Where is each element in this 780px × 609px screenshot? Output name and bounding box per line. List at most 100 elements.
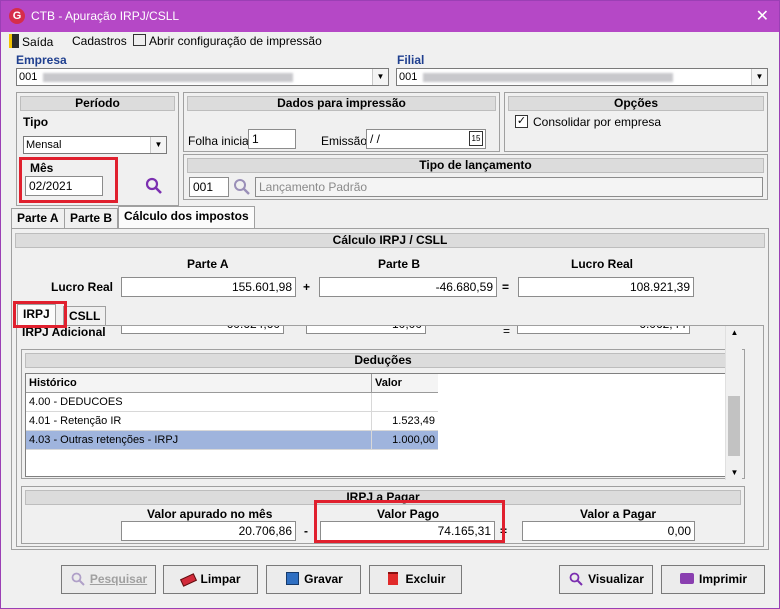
emissao-label: Emissão <box>321 134 368 148</box>
filial-select[interactable]: 001 ▼ <box>396 68 768 86</box>
chevron-down-icon[interactable]: ▼ <box>150 137 166 153</box>
irpj-pagar-title: IRPJ a Pagar <box>25 490 741 505</box>
menu-abrir-config-impressao[interactable]: Abrir configuração de impressão <box>133 34 322 48</box>
tab-parte-b[interactable]: Parte B <box>64 208 119 228</box>
chevron-down-icon[interactable]: ▼ <box>726 466 743 480</box>
empresa-select[interactable]: 001 ▼ <box>16 68 389 86</box>
imprimir-button[interactable]: Imprimir <box>661 565 765 594</box>
tab-irpj[interactable]: IRPJ <box>17 304 56 326</box>
app-logo-icon: G <box>9 8 25 24</box>
visualizar-button[interactable]: Visualizar <box>559 565 653 594</box>
menu-bar: Saída Cadastros Abrir configuração de im… <box>1 32 779 52</box>
opcoes-panel: Opções ✓ Consolidar por empresa <box>504 92 768 152</box>
menu-cadastros[interactable]: Cadastros <box>72 34 127 48</box>
consolidar-label: Consolidar por empresa <box>533 115 662 129</box>
col-parte-b: Parte B <box>378 257 421 271</box>
cell-valor: 1.000,00 <box>392 434 435 446</box>
calendar-icon[interactable]: 15 <box>469 131 483 146</box>
table-row-selected[interactable]: 4.03 - Outras retenções - IRPJ 1.000,00 <box>26 431 438 450</box>
lucro-real-value: 108.921,39 <box>518 277 694 297</box>
trash-icon <box>385 571 401 588</box>
cell-valor <box>372 393 438 412</box>
dados-impressao-title: Dados para impressão <box>187 96 496 111</box>
gravar-label: Gravar <box>304 572 343 586</box>
valor-pago-label: Valor Pago <box>377 507 440 521</box>
irpj-adicional-label: IRPJ Adicional <box>22 325 106 339</box>
valor-apurado-value: 20.706,86 <box>121 521 296 541</box>
main-window: G CTB - Apuração IRPJ/CSLL ✕ Saída Cadas… <box>0 0 780 609</box>
emissao-input[interactable]: / / 15 <box>366 129 486 149</box>
calculo-tab-content: Cálculo IRPJ / CSLL Parte A Parte B Lucr… <box>11 228 769 550</box>
search-icon <box>70 572 86 588</box>
menu-saida[interactable]: Saída <box>9 34 53 49</box>
parte-b-value: -46.680,59 <box>319 277 497 297</box>
exit-door-icon <box>9 34 19 48</box>
table-row[interactable]: 4.00 - DEDUCOES <box>26 393 438 412</box>
limpar-button[interactable]: Limpar <box>163 565 258 594</box>
tipo-lancamento-code-input[interactable]: 001 <box>189 177 229 197</box>
mes-label: Mês <box>30 161 54 175</box>
folha-inicial-input[interactable]: 1 <box>248 129 296 149</box>
deducoes-grid: Histórico Valor 4.00 - DEDUCOES 4.01 - R… <box>25 373 742 477</box>
close-icon[interactable]: ✕ <box>756 6 769 26</box>
empresa-code: 001 <box>19 71 38 83</box>
tipo-lancamento-description: Lançamento Padrão <box>255 177 763 197</box>
irpj-panel: IRPJ Adicional 60.624,60 10,00 = 6.062,4… <box>16 325 764 547</box>
deducoes-panel: Deduções Histórico Valor 4.00 - DEDUCOES… <box>21 349 745 479</box>
window-title: CTB - Apuração IRPJ/CSLL <box>31 9 180 23</box>
consolidar-checkbox[interactable]: ✓ <box>515 115 528 128</box>
scrollbar-vertical[interactable]: ▲ ▼ <box>725 326 742 480</box>
op-plus: + <box>303 280 311 294</box>
tab-parte-a[interactable]: Parte A <box>11 208 65 228</box>
printer-icon <box>679 572 695 588</box>
valor-a-pagar-value: 0,00 <box>522 521 695 541</box>
filial-label: Filial <box>397 53 425 67</box>
empresa-name-redacted <box>43 72 294 82</box>
chevron-down-icon[interactable]: ▼ <box>372 69 388 85</box>
mes-input[interactable]: 02/2021 <box>25 176 103 196</box>
emissao-value: / / <box>370 132 381 146</box>
cell-valor: 1.523,49 <box>392 415 435 427</box>
menu-saida-label: Saída <box>22 35 54 49</box>
chevron-up-icon[interactable]: ▲ <box>726 326 743 340</box>
tipo-lancamento-panel: Tipo de lançamento 001 Lançamento Padrão <box>183 154 768 200</box>
printer-config-icon <box>133 34 146 46</box>
search-icon[interactable] <box>145 177 163 195</box>
irpj-adicional-op: = <box>503 325 511 338</box>
valor-a-pagar-label: Valor a Pagar <box>580 507 657 521</box>
periodo-title: Período <box>20 96 175 111</box>
tipo-select[interactable]: Mensal ▼ <box>23 136 167 154</box>
irpj-adicional-aliquota: 10,00 <box>306 326 426 334</box>
search-icon[interactable] <box>233 178 251 196</box>
valor-apurado-label: Valor apurado no mês <box>147 507 273 521</box>
op-eq: = <box>502 280 510 294</box>
grid-header: Histórico Valor <box>26 374 438 393</box>
menu-cadastros-label: Cadastros <box>72 34 127 48</box>
excluir-button[interactable]: Excluir <box>369 565 462 594</box>
excluir-label: Excluir <box>405 572 446 586</box>
scrollbar-thumb[interactable] <box>728 396 740 456</box>
title-bar: G CTB - Apuração IRPJ/CSLL ✕ <box>1 1 779 32</box>
visualizar-label: Visualizar <box>588 572 644 586</box>
valor-pago-input[interactable]: 74.165,31 <box>320 521 495 541</box>
irpj-adicional-base: 60.624,60 <box>121 326 284 334</box>
table-row[interactable]: 4.01 - Retenção IR 1.523,49 <box>26 412 438 431</box>
op-minus: - <box>304 524 308 538</box>
tab-calculo-impostos[interactable]: Cálculo dos impostos <box>118 206 255 228</box>
save-disk-icon <box>284 571 300 588</box>
gravar-button[interactable]: Gravar <box>266 565 361 594</box>
chevron-down-icon[interactable]: ▼ <box>751 69 767 85</box>
menu-abrir-config-label: Abrir configuração de impressão <box>149 34 322 48</box>
col-historico[interactable]: Histórico <box>26 374 372 393</box>
periodo-panel: Período Tipo Mensal ▼ Mês 02/2021 <box>16 92 179 206</box>
cell-historico: 4.01 - Retenção IR <box>26 412 372 431</box>
deducoes-title: Deduções <box>25 353 741 368</box>
pesquisar-label: Pesquisar <box>89 572 148 586</box>
filial-name-redacted <box>423 72 674 82</box>
cell-historico: 4.03 - Outras retenções - IRPJ <box>26 431 372 450</box>
pesquisar-button[interactable]: Pesquisar <box>61 565 156 594</box>
col-valor[interactable]: Valor <box>372 374 438 393</box>
col-parte-a: Parte A <box>187 257 229 271</box>
calculo-title: Cálculo IRPJ / CSLL <box>15 233 765 248</box>
tab-csll[interactable]: CSLL <box>63 306 107 326</box>
